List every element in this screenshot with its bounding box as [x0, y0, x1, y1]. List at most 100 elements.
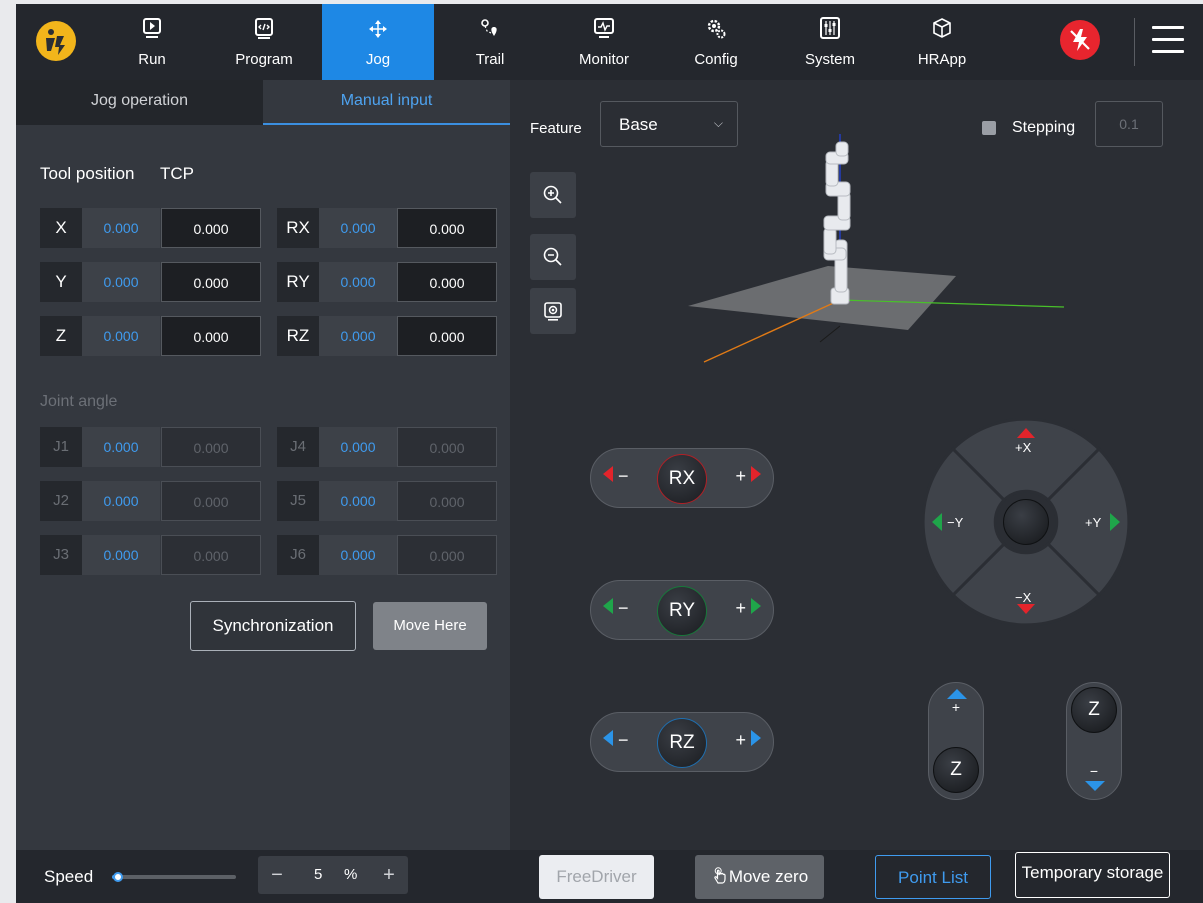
point-list-button[interactable]: Point List: [875, 855, 991, 899]
rz-minus-sign: −: [618, 730, 629, 750]
joint-j1-input[interactable]: 0.000: [161, 427, 261, 467]
tab-manual-input[interactable]: Manual input: [263, 80, 510, 125]
rx-minus-button[interactable]: −: [603, 466, 629, 487]
speed-stepper: − 5 % +: [258, 856, 408, 894]
joint-j3-input[interactable]: 0.000: [161, 535, 261, 575]
cube-icon: [933, 18, 951, 38]
nav-system[interactable]: System: [774, 4, 886, 80]
tool-z-input[interactable]: 0.000: [161, 316, 261, 356]
dpad-plus-x-label: +X: [1015, 440, 1032, 455]
tool-ry-label: RY: [277, 262, 319, 302]
speed-increase-button[interactable]: +: [374, 856, 404, 894]
tab-jog-operation[interactable]: Jog operation: [16, 80, 263, 125]
rx-plus-button[interactable]: +: [735, 466, 761, 487]
joint-j3-label: J3: [40, 535, 82, 575]
joint-j6-label: J6: [277, 535, 319, 575]
joint-j5-label: J5: [277, 481, 319, 521]
stepping-input[interactable]: 0.1: [1095, 101, 1163, 147]
dpad-minus-y-label: −Y: [947, 515, 964, 530]
joint-j4-current: 0.000: [319, 427, 397, 467]
rz-plus-button[interactable]: +: [735, 730, 761, 751]
joint-j5-current: 0.000: [319, 481, 397, 521]
emergency-stop-button[interactable]: [1060, 20, 1100, 60]
temporary-storage-button[interactable]: Temporary storage: [1015, 852, 1170, 898]
tool-x-label: X: [40, 208, 82, 248]
nav-jog[interactable]: Jog: [322, 4, 434, 80]
joint-j6-current: 0.000: [319, 535, 397, 575]
arrow-left-red-icon: [603, 466, 613, 482]
nav-config[interactable]: Config: [660, 4, 772, 80]
tool-ry-current: 0.000: [319, 262, 397, 302]
nav-monitor-label: Monitor: [578, 51, 630, 68]
top-navbar: Run Program Jog Trail Monitor Config Sys…: [16, 4, 1203, 80]
tool-rx-input[interactable]: 0.000: [397, 208, 497, 248]
feature-label: Feature: [530, 120, 582, 137]
trail-icon: [481, 19, 497, 36]
z-minus-knob[interactable]: Z: [1071, 687, 1117, 733]
speed-label: Speed: [44, 867, 94, 886]
z-minus-control[interactable]: Z −: [1066, 682, 1122, 800]
rz-minus-button[interactable]: −: [603, 730, 629, 751]
move-zero-button[interactable]: Move zero: [695, 855, 824, 899]
joint-j1-current: 0.000: [82, 427, 160, 467]
move-here-button[interactable]: Move Here: [373, 602, 487, 650]
ry-rotation-control: − RY +: [590, 580, 774, 640]
hamburger-menu-icon[interactable]: [1152, 26, 1184, 58]
rx-rotation-control: − RX +: [590, 448, 774, 508]
ry-knob[interactable]: RY: [657, 586, 707, 636]
joint-j2-input[interactable]: 0.000: [161, 481, 261, 521]
nav-program[interactable]: Program: [208, 4, 320, 80]
nav-hrapp[interactable]: HRApp: [886, 4, 998, 80]
joint-j2-label: J2: [40, 481, 82, 521]
lightning-icon: [1070, 29, 1090, 51]
joint-j5-input[interactable]: 0.000: [397, 481, 497, 521]
system-icon: [820, 17, 840, 39]
arrow-down-blue-icon: [1085, 781, 1105, 791]
ry-plus-button[interactable]: +: [735, 598, 761, 619]
speed-slider[interactable]: [112, 872, 236, 882]
dpad-center-knob[interactable]: [1003, 499, 1049, 545]
tool-rx-current: 0.000: [319, 208, 397, 248]
nav-jog-label: Jog: [365, 51, 391, 68]
tool-y-input[interactable]: 0.000: [161, 262, 261, 302]
free-driver-button[interactable]: FreeDriver: [539, 855, 654, 899]
nav-monitor[interactable]: Monitor: [548, 4, 660, 80]
rx-knob[interactable]: RX: [657, 454, 707, 504]
arrow-left-blue-icon: [603, 730, 613, 746]
dpad-plus-y-label: +Y: [1085, 515, 1102, 530]
ry-minus-button[interactable]: −: [603, 598, 629, 619]
z-plus-knob[interactable]: Z: [933, 747, 979, 793]
joint-j2-current: 0.000: [82, 481, 160, 521]
zoom-in-button[interactable]: [530, 172, 576, 218]
app-window: Run Program Jog Trail Monitor Config Sys…: [16, 4, 1203, 903]
tool-rz-input[interactable]: 0.000: [397, 316, 497, 356]
rz-knob[interactable]: RZ: [657, 718, 707, 768]
z-plus-control[interactable]: + Z: [928, 682, 984, 800]
speed-decrease-button[interactable]: −: [262, 856, 292, 894]
logo-icon: [36, 21, 76, 61]
reset-view-button[interactable]: [530, 288, 576, 334]
feature-select-value: Base: [619, 115, 658, 134]
nav-trail-label: Trail: [475, 51, 505, 68]
speed-slider-handle[interactable]: [113, 872, 124, 882]
arrow-right-red-icon: [751, 466, 761, 482]
nav-config-label: Config: [694, 51, 738, 68]
joint-j4-input[interactable]: 0.000: [397, 427, 497, 467]
nav-trail[interactable]: Trail: [434, 4, 546, 80]
nav-run[interactable]: Run: [96, 4, 208, 80]
synchronization-button[interactable]: Synchronization: [190, 601, 356, 651]
nav-run-label: Run: [138, 51, 166, 68]
gear-icon: [707, 19, 726, 39]
arrow-up-blue-icon: [947, 689, 967, 699]
xy-direction-pad: +X −X −Y +Y: [922, 418, 1130, 626]
right-panel: Feature Base ⌵ Stepping 0.1 − RX + − RY …: [510, 80, 1203, 850]
robot-3d-viewport[interactable]: [660, 130, 1080, 430]
tool-rx-label: RX: [277, 208, 319, 248]
zoom-out-button[interactable]: [530, 234, 576, 280]
tool-x-input[interactable]: 0.000: [161, 208, 261, 248]
joint-j6-input[interactable]: 0.000: [397, 535, 497, 575]
tool-ry-input[interactable]: 0.000: [397, 262, 497, 302]
tool-y-current: 0.000: [82, 262, 160, 302]
move-arrows-icon: [369, 20, 387, 38]
joint-j1-label: J1: [40, 427, 82, 467]
